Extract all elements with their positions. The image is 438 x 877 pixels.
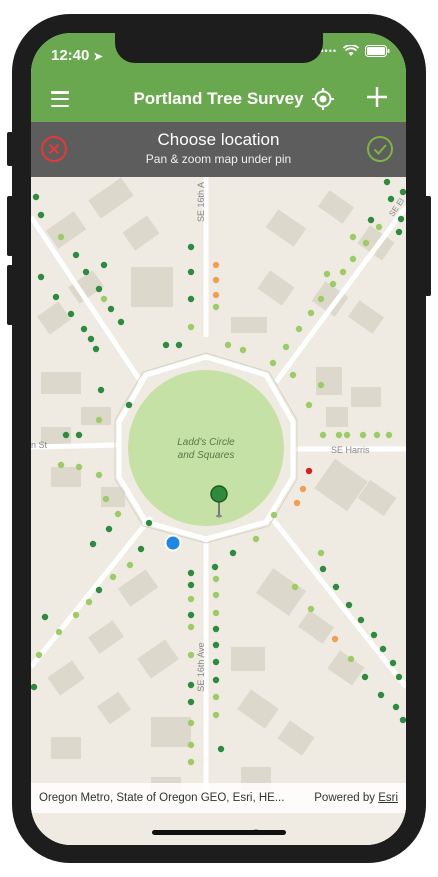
powered-by: Powered by Esri (314, 792, 398, 804)
park-label-line2: and Squares (178, 450, 235, 461)
status-icons: •••• (320, 45, 390, 57)
choose-location-title: Choose location (157, 130, 280, 149)
attribution-text[interactable]: Oregon Metro, State of Oregon GEO, Esri,… (39, 792, 284, 804)
phone-volume-up (7, 196, 13, 256)
street-label-east: SE Harris (331, 445, 370, 455)
phone-volume-down (7, 265, 13, 325)
current-location-dot (164, 534, 182, 552)
plus-icon[interactable] (365, 85, 389, 109)
map-view[interactable]: Ladd's Circle and Squares SE 16th A SE 1… (31, 177, 406, 845)
nav-bar: Portland Tree Survey (31, 77, 406, 122)
park-label-line1: Ladd's Circle (177, 437, 235, 448)
battery-icon (365, 45, 390, 57)
home-indicator[interactable] (152, 830, 286, 835)
phone-silent-switch (7, 132, 13, 166)
street-label-north: SE 16th A (196, 182, 206, 222)
wifi-icon (343, 45, 359, 56)
locate-icon[interactable] (311, 87, 335, 111)
powered-by-label: Powered by (314, 792, 375, 804)
app-title: Portland Tree Survey (133, 89, 304, 108)
signal-dots-icon: •••• (320, 46, 337, 56)
esri-link[interactable]: Esri (378, 792, 398, 804)
choose-location-banner: Choose location Pan & zoom map under pin (31, 122, 406, 177)
map-attribution: Oregon Metro, State of Oregon GEO, Esri,… (31, 783, 406, 813)
confirm-check-icon[interactable] (367, 136, 393, 162)
park-circle (128, 370, 284, 526)
street-label-west: n St (31, 440, 48, 450)
street-label-south: SE 16th Ave (196, 642, 206, 691)
phone-power-button (425, 196, 431, 296)
phone-notch (115, 33, 323, 63)
choose-location-subtitle: Pan & zoom map under pin (145, 152, 292, 166)
location-arrow-icon: ➤ (93, 51, 103, 63)
app-screen: 12:40 ➤ •••• Portland Tree Survey Choose… (31, 33, 406, 845)
status-time: 12:40 ➤ (51, 47, 103, 64)
